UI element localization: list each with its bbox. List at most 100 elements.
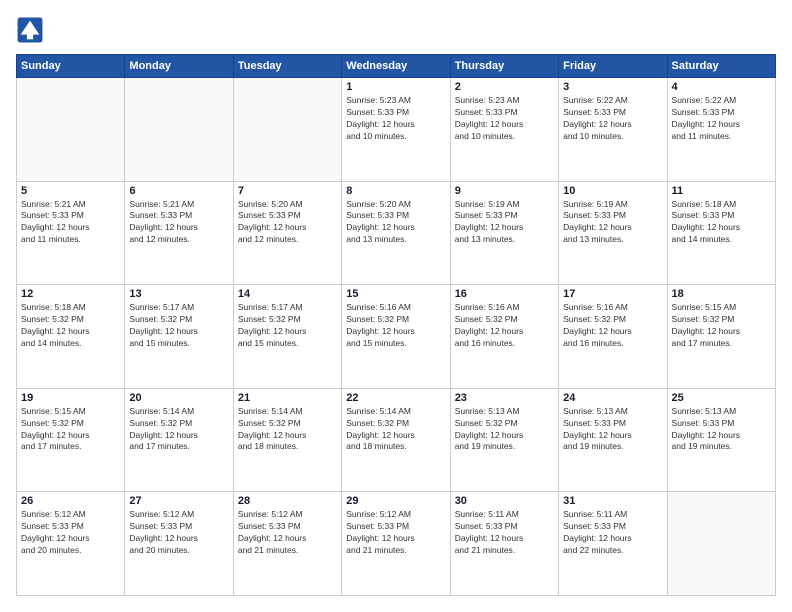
- calendar-cell: [667, 492, 775, 596]
- calendar-cell: 9Sunrise: 5:19 AM Sunset: 5:33 PM Daylig…: [450, 181, 558, 285]
- day-number: 13: [129, 288, 228, 300]
- calendar-cell: [233, 78, 341, 182]
- day-info: Sunrise: 5:18 AM Sunset: 5:33 PM Dayligh…: [672, 199, 771, 247]
- header: [16, 16, 776, 44]
- day-info: Sunrise: 5:20 AM Sunset: 5:33 PM Dayligh…: [346, 199, 445, 247]
- day-info: Sunrise: 5:21 AM Sunset: 5:33 PM Dayligh…: [129, 199, 228, 247]
- weekday-header: Thursday: [450, 55, 558, 78]
- calendar-week-row: 12 Sunrise: 5:18 AM Sunset: 5:32 PM Dayli…: [17, 285, 776, 389]
- weekday-header: Saturday: [667, 55, 775, 78]
- day-number: 31: [563, 495, 662, 507]
- day-number: 20: [129, 392, 228, 404]
- day-number: 3: [563, 81, 662, 93]
- day-number: 14: [238, 288, 337, 300]
- calendar-week-row: 5 Sunrise: 5:21 AM Sunset: 5:33 PM Daylig…: [17, 181, 776, 285]
- calendar-cell: 1 Sunrise: 5:23 AM Sunset: 5:33 PM Daylig…: [342, 78, 450, 182]
- day-number: 7: [238, 185, 337, 197]
- day-number: 23: [455, 392, 554, 404]
- day-info: Sunrise: 5:22 AM Sunset: 5:33 PM Dayligh…: [672, 95, 771, 143]
- calendar-cell: 7 Sunrise: 5:20 AM Sunset: 5:33 PM Daylig…: [233, 181, 341, 285]
- calendar-cell: 4 Sunrise: 5:22 AM Sunset: 5:33 PM Daylig…: [667, 78, 775, 182]
- calendar-cell: 10 Sunrise: 5:19 AM Sunset: 5:33 PM Dayli…: [559, 181, 667, 285]
- day-info: Sunrise: 5:22 AM Sunset: 5:33 PM Dayligh…: [563, 95, 662, 143]
- day-number: 17: [563, 288, 662, 300]
- day-number: 28: [238, 495, 337, 507]
- day-info: Sunrise: 5:13 AM Sunset: 5:32 PM Dayligh…: [455, 406, 554, 454]
- day-info: Sunrise: 5:12 AM Sunset: 5:33 PM Dayligh…: [129, 509, 228, 557]
- day-number: 10: [563, 185, 662, 197]
- day-info: Sunrise: 5:12 AM Sunset: 5:33 PM Dayligh…: [346, 509, 445, 557]
- day-info: Sunrise: 5:20 AM Sunset: 5:33 PM Dayligh…: [238, 199, 337, 247]
- calendar-cell: 18 Sunrise: 5:15 AM Sunset: 5:32 PM Dayli…: [667, 285, 775, 389]
- calendar-week-row: 1 Sunrise: 5:23 AM Sunset: 5:33 PM Daylig…: [17, 78, 776, 182]
- calendar-cell: 3 Sunrise: 5:22 AM Sunset: 5:33 PM Daylig…: [559, 78, 667, 182]
- weekday-header: Friday: [559, 55, 667, 78]
- day-number: 8: [346, 185, 445, 197]
- calendar-cell: 13 Sunrise: 5:17 AM Sunset: 5:32 PM Dayli…: [125, 285, 233, 389]
- day-number: 22: [346, 392, 445, 404]
- calendar-cell: 5 Sunrise: 5:21 AM Sunset: 5:33 PM Daylig…: [17, 181, 125, 285]
- day-info: Sunrise: 5:11 AM Sunset: 5:33 PM Dayligh…: [455, 509, 554, 557]
- calendar-cell: 8 Sunrise: 5:20 AM Sunset: 5:33 PM Daylig…: [342, 181, 450, 285]
- calendar-cell: 12 Sunrise: 5:18 AM Sunset: 5:32 PM Dayli…: [17, 285, 125, 389]
- calendar-cell: 19Sunrise: 5:15 AM Sunset: 5:32 PM Dayli…: [17, 388, 125, 492]
- calendar-cell: 6 Sunrise: 5:21 AM Sunset: 5:33 PM Daylig…: [125, 181, 233, 285]
- day-info: Sunrise: 5:17 AM Sunset: 5:32 PM Dayligh…: [129, 302, 228, 350]
- weekday-header: Wednesday: [342, 55, 450, 78]
- weekday-header: Monday: [125, 55, 233, 78]
- day-number: 26: [21, 495, 120, 507]
- day-info: Sunrise: 5:23 AM Sunset: 5:33 PM Dayligh…: [455, 95, 554, 143]
- calendar-cell: 14Sunrise: 5:17 AM Sunset: 5:32 PM Dayli…: [233, 285, 341, 389]
- day-number: 9: [455, 185, 554, 197]
- day-number: 30: [455, 495, 554, 507]
- day-number: 29: [346, 495, 445, 507]
- day-number: 15: [346, 288, 445, 300]
- day-number: 12: [21, 288, 120, 300]
- day-number: 25: [672, 392, 771, 404]
- day-number: 18: [672, 288, 771, 300]
- calendar-cell: 28Sunrise: 5:12 AM Sunset: 5:33 PM Dayli…: [233, 492, 341, 596]
- day-number: 24: [563, 392, 662, 404]
- calendar-cell: [125, 78, 233, 182]
- day-info: Sunrise: 5:14 AM Sunset: 5:32 PM Dayligh…: [129, 406, 228, 454]
- calendar-cell: 11 Sunrise: 5:18 AM Sunset: 5:33 PM Dayli…: [667, 181, 775, 285]
- day-info: Sunrise: 5:15 AM Sunset: 5:32 PM Dayligh…: [672, 302, 771, 350]
- page: SundayMondayTuesdayWednesdayThursdayFrid…: [0, 0, 792, 612]
- day-info: Sunrise: 5:18 AM Sunset: 5:32 PM Dayligh…: [21, 302, 120, 350]
- calendar-cell: 21Sunrise: 5:14 AM Sunset: 5:32 PM Dayli…: [233, 388, 341, 492]
- calendar-cell: [17, 78, 125, 182]
- calendar-cell: 15 Sunrise: 5:16 AM Sunset: 5:32 PM Dayli…: [342, 285, 450, 389]
- weekday-header: Tuesday: [233, 55, 341, 78]
- day-number: 16: [455, 288, 554, 300]
- day-info: Sunrise: 5:13 AM Sunset: 5:33 PM Dayligh…: [563, 406, 662, 454]
- calendar-cell: 27Sunrise: 5:12 AM Sunset: 5:33 PM Dayli…: [125, 492, 233, 596]
- calendar-cell: 17 Sunrise: 5:16 AM Sunset: 5:32 PM Dayli…: [559, 285, 667, 389]
- day-info: Sunrise: 5:21 AM Sunset: 5:33 PM Dayligh…: [21, 199, 120, 247]
- day-info: Sunrise: 5:11 AM Sunset: 5:33 PM Dayligh…: [563, 509, 662, 557]
- day-info: Sunrise: 5:12 AM Sunset: 5:33 PM Dayligh…: [21, 509, 120, 557]
- calendar-cell: 23 Sunrise: 5:13 AM Sunset: 5:32 PM Dayli…: [450, 388, 558, 492]
- day-info: Sunrise: 5:16 AM Sunset: 5:32 PM Dayligh…: [346, 302, 445, 350]
- day-number: 19: [21, 392, 120, 404]
- day-number: 5: [21, 185, 120, 197]
- calendar-week-row: 26 Sunrise: 5:12 AM Sunset: 5:33 PM Dayli…: [17, 492, 776, 596]
- calendar-cell: 29 Sunrise: 5:12 AM Sunset: 5:33 PM Dayli…: [342, 492, 450, 596]
- day-number: 21: [238, 392, 337, 404]
- calendar-cell: 22Sunrise: 5:14 AM Sunset: 5:32 PM Dayli…: [342, 388, 450, 492]
- day-number: 6: [129, 185, 228, 197]
- calendar-cell: 16Sunrise: 5:16 AM Sunset: 5:32 PM Dayli…: [450, 285, 558, 389]
- calendar-week-row: 19Sunrise: 5:15 AM Sunset: 5:32 PM Dayli…: [17, 388, 776, 492]
- calendar-cell: 26 Sunrise: 5:12 AM Sunset: 5:33 PM Dayli…: [17, 492, 125, 596]
- day-info: Sunrise: 5:16 AM Sunset: 5:32 PM Dayligh…: [563, 302, 662, 350]
- day-number: 11: [672, 185, 771, 197]
- day-number: 1: [346, 81, 445, 93]
- day-number: 4: [672, 81, 771, 93]
- weekday-header: Sunday: [17, 55, 125, 78]
- day-info: Sunrise: 5:19 AM Sunset: 5:33 PM Dayligh…: [563, 199, 662, 247]
- calendar-cell: 31 Sunrise: 5:11 AM Sunset: 5:33 PM Dayli…: [559, 492, 667, 596]
- calendar-header-row: SundayMondayTuesdayWednesdayThursdayFrid…: [17, 55, 776, 78]
- calendar-table: SundayMondayTuesdayWednesdayThursdayFrid…: [16, 54, 776, 596]
- day-info: Sunrise: 5:23 AM Sunset: 5:33 PM Dayligh…: [346, 95, 445, 143]
- calendar-cell: 30 Sunrise: 5:11 AM Sunset: 5:33 PM Dayli…: [450, 492, 558, 596]
- calendar-cell: 25Sunrise: 5:13 AM Sunset: 5:33 PM Dayli…: [667, 388, 775, 492]
